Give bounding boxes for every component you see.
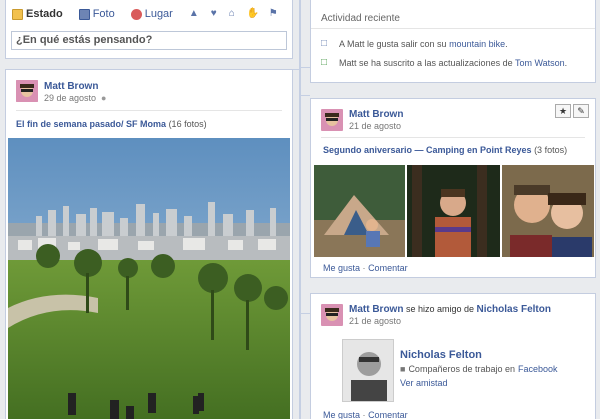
work-link[interactable]: Facebook	[518, 364, 558, 374]
photo-icon	[78, 8, 90, 20]
activity-text: Matt se ha suscrito a las actualizacione…	[339, 58, 567, 68]
author-name[interactable]: Matt Brown	[349, 304, 403, 315]
camping-album-post: Matt Brown 21 de agosto ★ ✎ Segundo aniv…	[310, 98, 596, 278]
timeline-tick	[292, 69, 301, 70]
friendship-headline: Matt Brown se hizo amigo de Nicholas Fel…	[349, 304, 551, 315]
photo-strip	[314, 165, 594, 257]
edit-pencil-button[interactable]: ✎	[573, 104, 589, 118]
friend-name[interactable]: Nicholas Felton	[400, 349, 482, 361]
camping-photo-portrait[interactable]	[407, 165, 500, 257]
tab-photo-label: Foto	[92, 8, 115, 20]
hand-icon[interactable]: ✋	[247, 9, 259, 19]
post-date[interactable]: 21 de agosto	[349, 121, 401, 131]
camping-photo-couple[interactable]	[501, 165, 594, 257]
avatar[interactable]	[16, 80, 38, 102]
friendship-action: se hizo amigo de	[403, 304, 477, 314]
tab-place-label: Lugar	[144, 8, 173, 20]
like-link[interactable]: Me gusta	[323, 263, 360, 273]
work-prefix: Compañeros de trabajo en	[408, 364, 516, 374]
post-date[interactable]: 21 de agosto	[349, 316, 401, 326]
album-title-line: Segundo aniversario — Camping en Point R…	[323, 145, 567, 155]
action-separator: ·	[362, 263, 366, 273]
recent-activity-title: Actividad reciente	[311, 0, 595, 29]
action-separator: ·	[362, 410, 366, 419]
work-icon: ■	[400, 364, 406, 374]
post-actions: Me gusta · Comentar	[323, 410, 408, 419]
author-name[interactable]: Matt Brown	[349, 109, 403, 120]
star-button[interactable]: ★	[555, 104, 571, 118]
friendship-post: Matt Brown se hizo amigo de Nicholas Fel…	[310, 293, 596, 419]
comment-link[interactable]: Comentar	[368, 410, 408, 419]
timeline-tick	[301, 67, 310, 68]
place-icon	[130, 8, 142, 20]
composer-tabs: Estado Foto Lugar ▲ ♥ ⌂ ✋ ⚑	[6, 0, 292, 28]
author-name[interactable]: Matt Brown	[44, 81, 98, 92]
camping-photo-tent[interactable]	[314, 165, 406, 257]
park-photo-image	[8, 138, 290, 419]
activity-suffix: .	[505, 38, 508, 49]
album-post: Matt Brown 29 de agosto ● El fin de sema…	[5, 69, 293, 419]
album-count: (3 fotos)	[534, 145, 568, 155]
divider	[321, 137, 585, 138]
comment-link[interactable]: Comentar	[368, 263, 408, 273]
post-meta: 29 de agosto ●	[44, 93, 106, 103]
timeline-tick	[301, 313, 310, 314]
album-link[interactable]: El fin de semana pasado/ SF Moma	[16, 119, 166, 129]
activity-prefix: Matt se ha suscrito a las actualizacione…	[339, 57, 515, 68]
activity-suffix: .	[564, 57, 568, 68]
album-count: (16 fotos)	[168, 119, 207, 129]
activity-item: □ Matt se ha suscrito a las actualizacio…	[311, 53, 595, 72]
activity-prefix: A Matt le gusta salir con su	[339, 38, 450, 49]
status-input-placeholder: ¿En qué estás pensando?	[16, 34, 153, 46]
activity-link[interactable]: mountain bike	[449, 39, 505, 49]
home-icon[interactable]: ⌂	[229, 9, 235, 19]
heart-icon[interactable]: ♥	[211, 9, 217, 19]
like-link[interactable]: Me gusta	[323, 410, 360, 419]
subscribe-icon: □	[321, 56, 328, 68]
status-composer: Estado Foto Lugar ▲ ♥ ⌂ ✋ ⚑ ¿En qué está…	[5, 0, 293, 59]
view-friendship-link[interactable]: Ver amistad	[400, 378, 448, 388]
audience-icon[interactable]: ●	[101, 93, 106, 103]
friend-link[interactable]: Nicholas Felton	[477, 304, 551, 315]
friend-photo[interactable]	[342, 339, 394, 402]
avatar[interactable]	[321, 109, 343, 131]
album-title-line: El fin de semana pasado/ SF Moma (16 fot…	[16, 119, 207, 129]
timeline-tick	[301, 95, 310, 96]
tab-place[interactable]: Lugar	[130, 8, 173, 20]
avatar[interactable]	[321, 304, 343, 326]
flag-icon[interactable]: ⚑	[269, 9, 278, 19]
tab-photo[interactable]: Foto	[78, 8, 115, 20]
activity-link[interactable]: Tom Watson	[515, 58, 565, 68]
event-icon[interactable]: ▲	[189, 9, 199, 19]
status-input[interactable]: ¿En qué estás pensando?	[11, 31, 287, 50]
like-page-icon: □	[321, 37, 328, 49]
work-line: ■ Compañeros de trabajo en Facebook	[400, 364, 558, 374]
album-link[interactable]: Segundo aniversario — Camping en Point R…	[323, 145, 532, 155]
timeline-spine	[299, 0, 301, 419]
activity-item: □ A Matt le gusta salir con su mountain …	[311, 34, 595, 53]
tab-status[interactable]: Estado	[12, 8, 63, 20]
status-icon	[12, 8, 23, 20]
activity-text: A Matt le gusta salir con su mountain bi…	[339, 39, 508, 49]
recent-activity-box: Actividad reciente □ A Matt le gusta sal…	[310, 0, 596, 83]
divider	[16, 110, 282, 111]
post-actions: Me gusta · Comentar	[323, 263, 408, 273]
tab-status-label: Estado	[26, 8, 63, 20]
post-date[interactable]: 29 de agosto	[44, 93, 96, 103]
album-photo[interactable]	[8, 138, 290, 419]
